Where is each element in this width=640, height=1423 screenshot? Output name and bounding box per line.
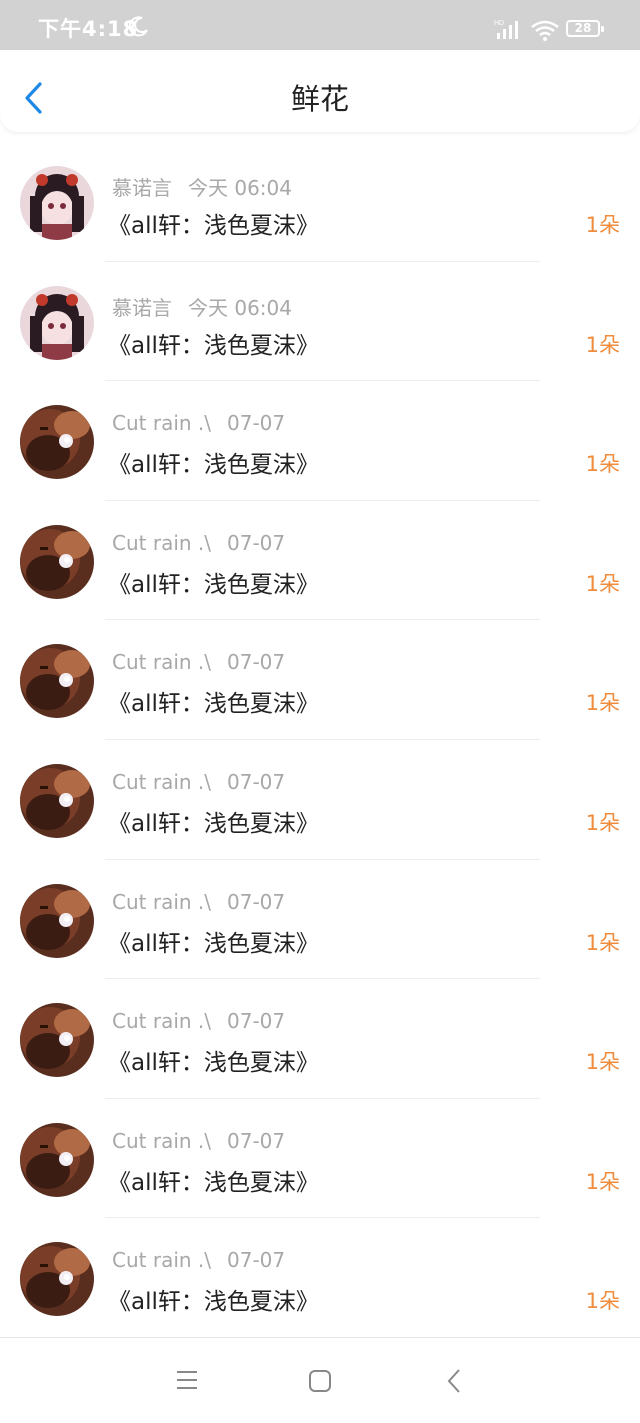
record-meta: Cut rain .\ 07-07 — [112, 1129, 285, 1153]
user-name[interactable]: Cut rain .\ — [112, 650, 211, 674]
home-square-icon[interactable] — [308, 1369, 332, 1393]
flower-count: 1朵 — [585, 571, 620, 596]
list-item[interactable]: 慕诺言 今天 06:04 《all轩：浅色夏沫》 1朵 — [0, 262, 640, 382]
record-message: 《all轩：浅色夏沫》 — [108, 930, 319, 957]
battery-icon: 28 — [566, 20, 604, 37]
record-message: 《all轩：浅色夏沫》 — [108, 1050, 319, 1077]
flower-count: 1朵 — [585, 810, 620, 835]
list-item[interactable]: Cut rain .\ 07-07 《all轩：浅色夏沫》 1朵 — [0, 979, 640, 1099]
avatar[interactable] — [20, 883, 94, 958]
record-date: 07-07 — [227, 530, 286, 555]
record-meta: Cut rain .\ 07-07 — [112, 531, 285, 555]
record-meta: Cut rain .\ 07-07 — [112, 650, 285, 674]
moon-icon — [128, 16, 148, 37]
list-item[interactable]: Cut rain .\ 07-07 《all轩：浅色夏沫》 1朵 — [0, 501, 640, 621]
flower-count: 1朵 — [585, 1050, 620, 1075]
record-date: 07-07 — [227, 769, 286, 794]
system-nav-bar — [0, 1337, 640, 1423]
list-item[interactable]: Cut rain .\ 07-07 《all轩：浅色夏沫》 1朵 — [0, 740, 640, 860]
flower-count: 1朵 — [585, 332, 620, 357]
svg-text:HD: HD — [494, 20, 504, 27]
flower-count: 1朵 — [585, 1289, 620, 1314]
user-name[interactable]: 慕诺言 — [112, 296, 172, 320]
flower-count: 1朵 — [585, 452, 620, 477]
avatar[interactable] — [20, 1003, 94, 1078]
avatar[interactable] — [20, 166, 94, 240]
flower-count: 1朵 — [585, 213, 620, 237]
avatar[interactable] — [20, 285, 94, 360]
record-message: 《all轩：浅色夏沫》 — [108, 332, 319, 359]
record-date: 今天 06:04 — [188, 176, 292, 200]
flower-count: 1朵 — [585, 691, 620, 716]
avatar[interactable] — [20, 1242, 94, 1317]
record-date: 07-07 — [227, 889, 286, 914]
signal-icon: HD — [494, 20, 518, 39]
list-item[interactable]: Cut rain .\ 07-07 《all轩：浅色夏沫》 1朵 — [0, 1218, 640, 1338]
user-name[interactable]: 慕诺言 — [112, 176, 172, 200]
flower-record-list: 慕诺言 今天 06:04 《all轩：浅色夏沫》 1朵 慕诺言 今天 06:04 《all轩… — [0, 142, 640, 1338]
menu-icon[interactable] — [175, 1369, 199, 1391]
record-meta: 慕诺言 今天 06:04 — [112, 172, 292, 201]
record-meta: 慕诺言 今天 06:04 — [112, 292, 292, 321]
record-meta: Cut rain .\ 07-07 — [112, 411, 285, 435]
back-chevron-icon[interactable] — [446, 1368, 462, 1394]
record-message: 《all轩：浅色夏沫》 — [108, 1169, 319, 1196]
record-meta: Cut rain .\ 07-07 — [112, 890, 285, 914]
record-message: 《all轩：浅色夏沫》 — [108, 571, 319, 598]
status-bar: 下午4:18 HD 28 — [0, 0, 640, 50]
record-date: 07-07 — [227, 1128, 286, 1153]
wifi-icon — [531, 20, 559, 41]
user-name[interactable]: Cut rain .\ — [112, 1129, 211, 1153]
record-message: 《all轩：浅色夏沫》 — [108, 810, 319, 837]
battery-level: 28 — [574, 21, 592, 35]
list-item[interactable]: Cut rain .\ 07-07 《all轩：浅色夏沫》 1朵 — [0, 381, 640, 501]
status-time: 下午4:18 — [38, 17, 139, 41]
user-name[interactable]: Cut rain .\ — [112, 411, 211, 435]
avatar[interactable] — [20, 1122, 94, 1197]
user-name[interactable]: Cut rain .\ — [112, 531, 211, 555]
record-date: 07-07 — [227, 1248, 286, 1273]
record-date: 今天 06:04 — [188, 295, 292, 320]
record-meta: Cut rain .\ 07-07 — [112, 1009, 285, 1033]
page-title: 鲜花 — [290, 82, 349, 116]
record-meta: Cut rain .\ 07-07 — [112, 770, 285, 794]
header: 鲜花 — [0, 50, 640, 132]
flower-count: 1朵 — [585, 1169, 620, 1194]
record-date: 07-07 — [227, 1009, 286, 1034]
user-name[interactable]: Cut rain .\ — [112, 890, 211, 914]
avatar[interactable] — [20, 405, 94, 480]
record-date: 07-07 — [227, 411, 286, 436]
record-meta: Cut rain .\ 07-07 — [112, 1248, 285, 1272]
list-item[interactable]: 慕诺言 今天 06:04 《all轩：浅色夏沫》 1朵 — [0, 142, 640, 262]
record-message: 《all轩：浅色夏沫》 — [108, 1289, 319, 1316]
list-item[interactable]: Cut rain .\ 07-07 《all轩：浅色夏沫》 1朵 — [0, 860, 640, 980]
flower-count: 1朵 — [585, 930, 620, 955]
record-message: 《all轩：浅色夏沫》 — [108, 213, 319, 239]
avatar[interactable] — [20, 524, 94, 599]
list-item[interactable]: Cut rain .\ 07-07 《all轩：浅色夏沫》 1朵 — [0, 620, 640, 740]
user-name[interactable]: Cut rain .\ — [112, 1248, 211, 1272]
user-name[interactable]: Cut rain .\ — [112, 1009, 211, 1033]
record-date: 07-07 — [227, 650, 286, 675]
record-message: 《all轩：浅色夏沫》 — [108, 452, 319, 479]
avatar[interactable] — [20, 763, 94, 838]
list-item[interactable]: Cut rain .\ 07-07 《all轩：浅色夏沫》 1朵 — [0, 1099, 640, 1219]
record-message: 《all轩：浅色夏沫》 — [108, 691, 319, 718]
user-name[interactable]: Cut rain .\ — [112, 770, 211, 794]
avatar[interactable] — [20, 644, 94, 719]
